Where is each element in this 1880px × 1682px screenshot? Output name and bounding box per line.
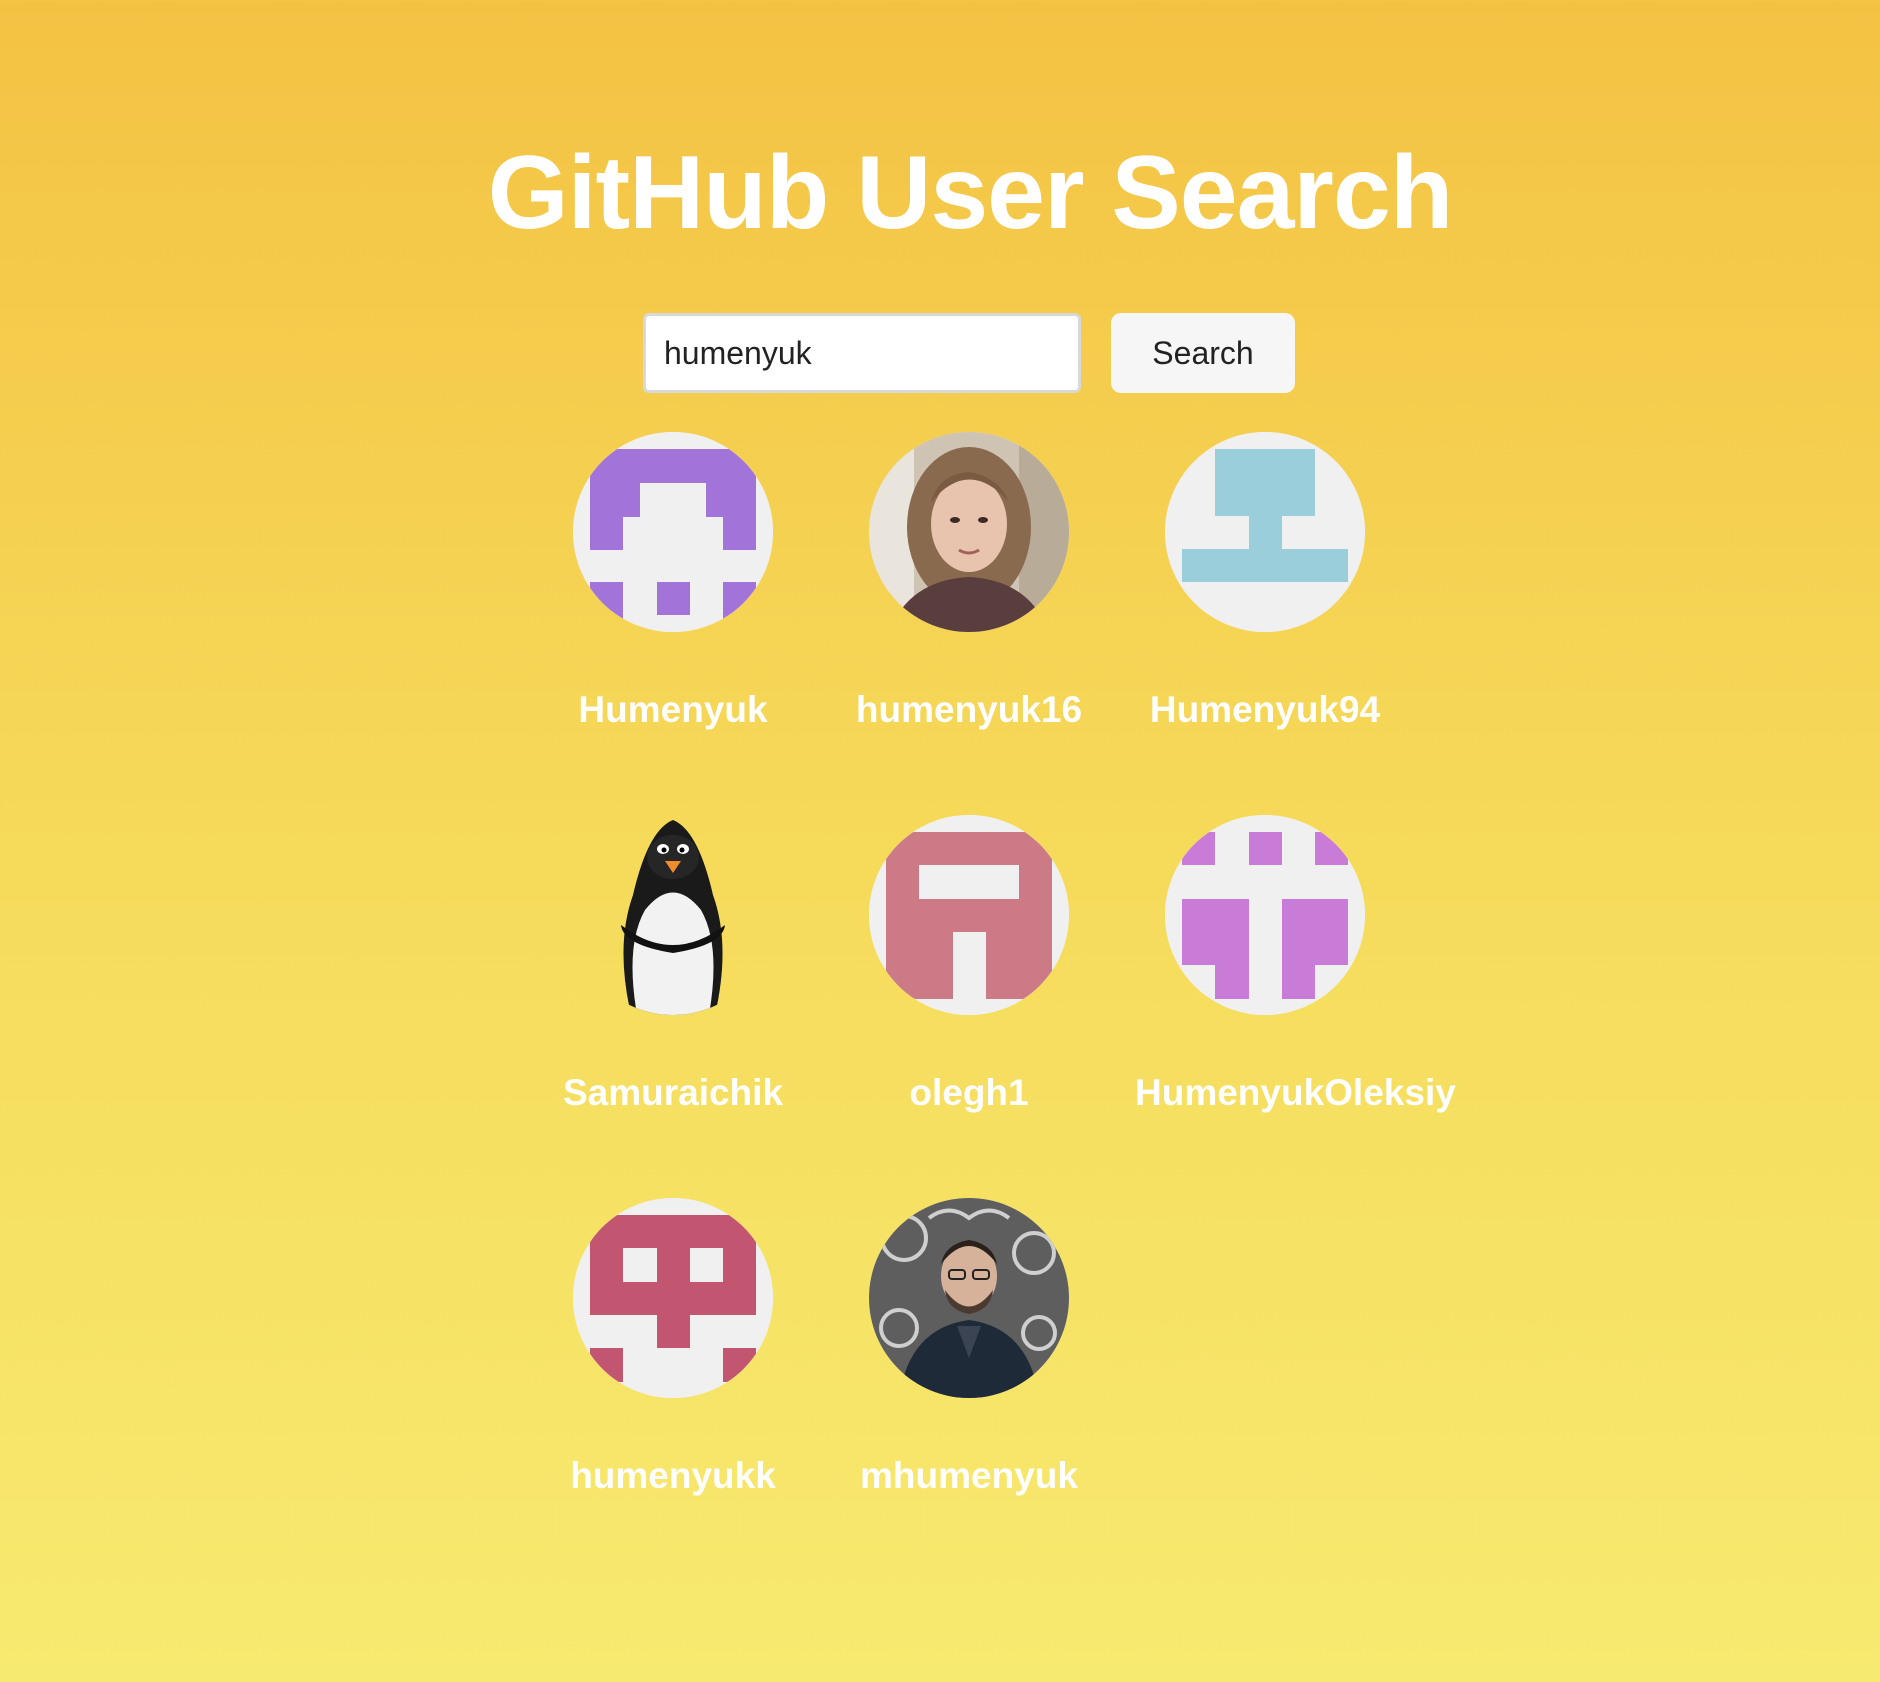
search-bar: Search bbox=[643, 313, 1295, 393]
identicon-dusty-pink-avatar[interactable] bbox=[869, 815, 1069, 1015]
penguin-avatar[interactable] bbox=[573, 815, 773, 1015]
user-card[interactable]: Humenyuk bbox=[543, 432, 803, 732]
user-card[interactable]: humenyukk bbox=[543, 1198, 803, 1498]
profile-photo-icon bbox=[869, 1198, 1069, 1398]
user-card[interactable]: olegh1 bbox=[839, 815, 1099, 1115]
profile-photo-icon bbox=[869, 432, 1069, 632]
penguin-icon bbox=[621, 820, 725, 1015]
user-card[interactable]: mhumenyuk bbox=[839, 1198, 1099, 1498]
username-label[interactable]: Samuraichik bbox=[543, 1071, 803, 1115]
user-card[interactable]: Samuraichik bbox=[543, 815, 803, 1115]
username-label[interactable]: Humenyuk94 bbox=[1135, 688, 1395, 732]
identicon-icon bbox=[869, 815, 1069, 1015]
user-card[interactable]: HumenyukOleksiy bbox=[1135, 815, 1456, 1115]
username-label[interactable]: olegh1 bbox=[839, 1071, 1099, 1115]
photo-woman-avatar[interactable] bbox=[869, 432, 1069, 632]
identicon-orchid-avatar[interactable] bbox=[1165, 815, 1365, 1015]
photo-man-avatar[interactable] bbox=[869, 1198, 1069, 1398]
identicon-icon bbox=[573, 1198, 773, 1398]
identicon-icon bbox=[1165, 432, 1365, 632]
identicon-icon bbox=[1165, 815, 1365, 1015]
username-label[interactable]: humenyukk bbox=[543, 1454, 803, 1498]
user-card[interactable]: humenyuk16 bbox=[839, 432, 1099, 732]
identicon-icon bbox=[573, 432, 773, 632]
identicon-crimson-avatar[interactable] bbox=[573, 1198, 773, 1398]
search-button[interactable]: Search bbox=[1111, 313, 1295, 393]
user-card[interactable]: Humenyuk94 bbox=[1135, 432, 1395, 732]
identicon-light-blue-avatar[interactable] bbox=[1165, 432, 1365, 632]
page: GitHub User Search Search Humeny bbox=[0, 0, 1880, 1682]
username-label[interactable]: mhumenyuk bbox=[839, 1454, 1099, 1498]
username-label[interactable]: humenyuk16 bbox=[839, 688, 1099, 732]
identicon-purple-avatar[interactable] bbox=[573, 432, 773, 632]
search-input[interactable] bbox=[643, 313, 1081, 393]
page-title: GitHub User Search bbox=[487, 135, 1454, 251]
username-label[interactable]: HumenyukOleksiy bbox=[1135, 1071, 1456, 1115]
username-label[interactable]: Humenyuk bbox=[543, 688, 803, 732]
